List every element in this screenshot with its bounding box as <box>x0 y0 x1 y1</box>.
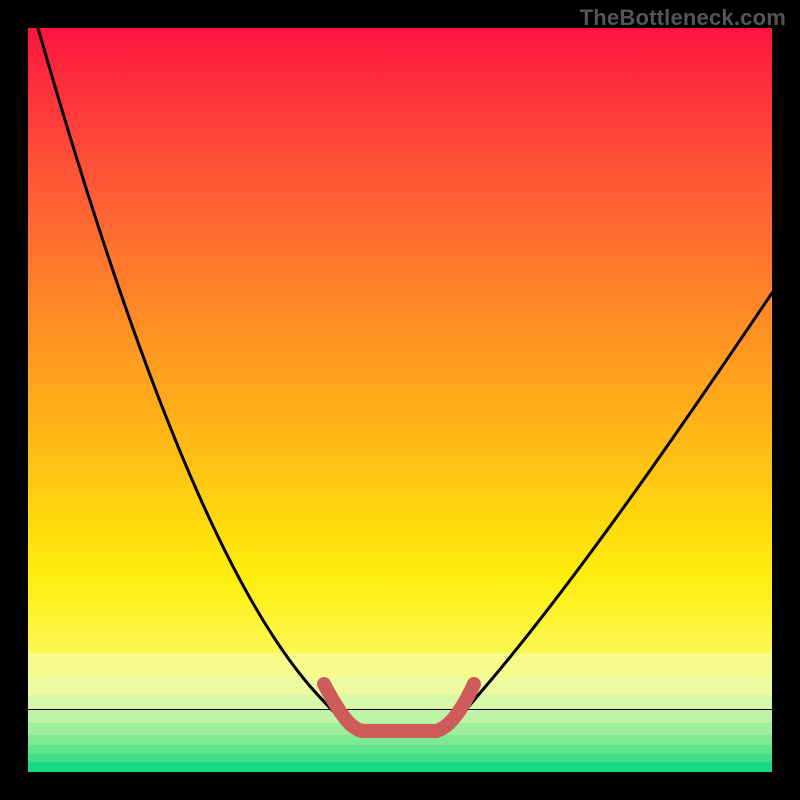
accent-right <box>436 684 474 731</box>
accent-left <box>324 684 362 731</box>
chart-frame: TheBottleneck.com <box>0 0 800 800</box>
plot-area <box>28 28 772 772</box>
bottleneck-curve <box>38 28 772 732</box>
curve-layer <box>28 28 772 772</box>
